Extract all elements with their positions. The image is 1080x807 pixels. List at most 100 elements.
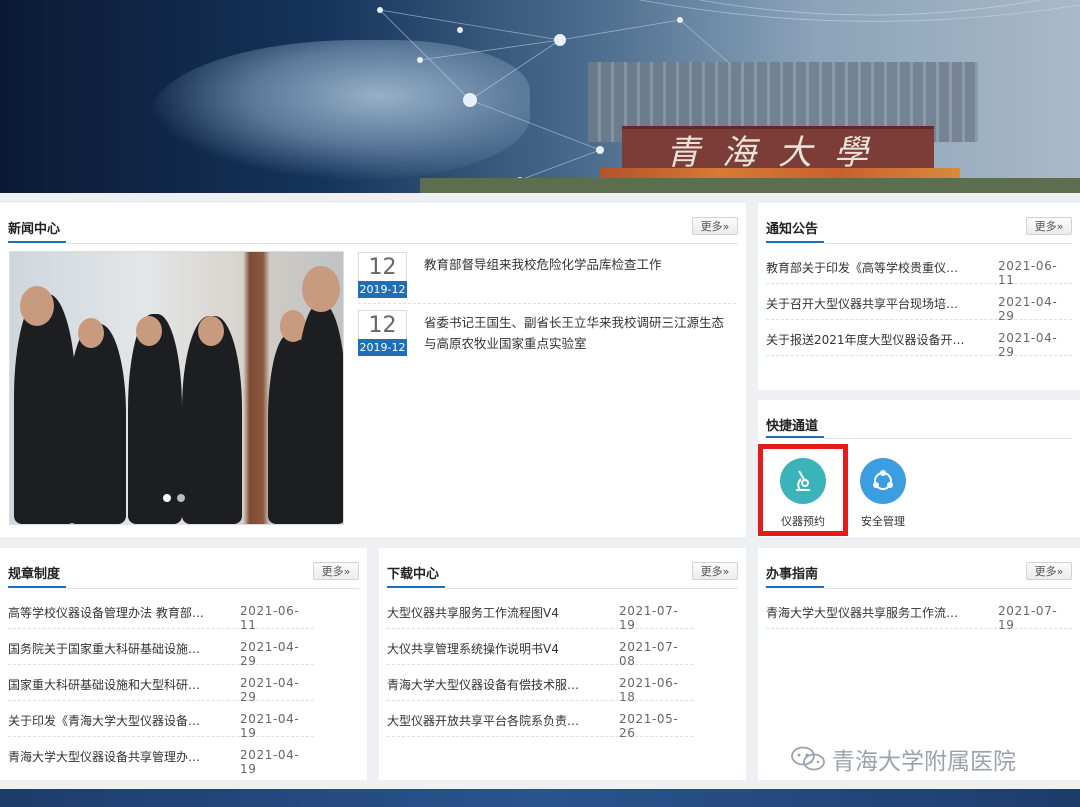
download-link[interactable]: 大型仪器共享服务工作流程图V4 bbox=[387, 604, 615, 621]
person bbox=[14, 294, 76, 524]
notice-row[interactable]: 关于报送2021年度大型仪器设备开… 2021-04-29 bbox=[766, 320, 1072, 359]
rules-date: 2021-06-11 bbox=[240, 604, 300, 632]
panel-header: 快捷通道 bbox=[758, 400, 1080, 440]
rules-date: 2021-04-19 bbox=[240, 748, 300, 776]
panel-header: 新闻中心 更多» bbox=[0, 203, 746, 245]
date-badge: 12 2019-12 bbox=[358, 252, 407, 298]
header-rule bbox=[824, 588, 1072, 589]
rules-row[interactable]: 青海大学大型仪器设备共享管理办… 2021-04-19 bbox=[8, 737, 314, 776]
person-head bbox=[20, 286, 54, 326]
download-link[interactable]: 青海大学大型仪器设备有偿技术服… bbox=[387, 676, 615, 693]
rules-link[interactable]: 国务院关于国家重大科研基础设施… bbox=[8, 640, 236, 657]
header-banner: 青海大學 bbox=[0, 0, 1080, 193]
rules-link[interactable]: 国家重大科研基础设施和大型科研… bbox=[8, 676, 236, 693]
title-underline bbox=[387, 586, 445, 588]
header-rule bbox=[824, 243, 1072, 244]
person-head bbox=[78, 318, 104, 348]
guide-more-button[interactable]: 更多» bbox=[1026, 562, 1072, 580]
header-rule bbox=[66, 588, 359, 589]
rules-link[interactable]: 关于印发《青海大学大型仪器设备… bbox=[8, 712, 236, 729]
news-photo[interactable] bbox=[9, 251, 344, 525]
date-day: 12 bbox=[368, 255, 397, 280]
person-head bbox=[198, 316, 224, 346]
downloads-more-button[interactable]: 更多» bbox=[692, 562, 738, 580]
rules-link[interactable]: 青海大学大型仪器设备共享管理办… bbox=[8, 748, 236, 765]
date-year-month: 2019-12 bbox=[358, 281, 407, 298]
notice-panel: 通知公告 更多» 教育部关于印发《高等学校贵重仪… 2021-06-11 关于召… bbox=[758, 203, 1080, 390]
carousel-dot[interactable] bbox=[163, 494, 171, 502]
notice-link[interactable]: 教育部关于印发《高等学校贵重仪… bbox=[766, 259, 994, 276]
download-row[interactable]: 大型仪器共享服务工作流程图V4 2021-07-19 bbox=[387, 593, 693, 632]
notice-title: 通知公告 bbox=[766, 222, 819, 237]
rules-panel: 规章制度 更多» 高等学校仪器设备管理办法 教育部… 2021-06-11 国务… bbox=[0, 548, 367, 780]
news-item[interactable]: 12 2019-12 省委书记王国生、副省长王立华来我校调研三江源生态与高原农牧… bbox=[358, 310, 738, 366]
person bbox=[296, 304, 343, 524]
title-underline bbox=[8, 586, 66, 588]
download-date: 2021-07-08 bbox=[619, 640, 679, 668]
download-date: 2021-06-18 bbox=[619, 676, 679, 704]
notice-more-button[interactable]: 更多» bbox=[1026, 217, 1072, 235]
guide-date: 2021-07-19 bbox=[998, 604, 1058, 632]
download-link[interactable]: 大型仪器开放共享平台各院系负责… bbox=[387, 712, 615, 729]
news-headline[interactable]: 省委书记王国生、副省长王立华来我校调研三江源生态与高原农牧业国家重点实验室 bbox=[424, 312, 734, 354]
header-rule bbox=[445, 588, 738, 589]
rules-title: 规章制度 bbox=[8, 567, 61, 582]
news-item[interactable]: 12 2019-12 教育部督导组来我校危险化学品库检查工作 bbox=[358, 252, 738, 308]
guide-link[interactable]: 青海大学大型仪器共享服务工作流… bbox=[766, 604, 994, 621]
rules-row[interactable]: 国家重大科研基础设施和大型科研… 2021-04-29 bbox=[8, 665, 314, 704]
header-rule bbox=[66, 243, 738, 244]
person bbox=[68, 324, 126, 524]
download-link[interactable]: 大仪共享管理系统操作说明书V4 bbox=[387, 640, 615, 657]
rules-row[interactable]: 关于印发《青海大学大型仪器设备… 2021-04-19 bbox=[8, 701, 314, 740]
panel-header: 规章制度 更多» bbox=[0, 548, 367, 590]
download-row[interactable]: 青海大学大型仪器设备有偿技术服… 2021-06-18 bbox=[387, 665, 693, 704]
person-head bbox=[302, 266, 340, 312]
news-headline[interactable]: 教育部督导组来我校危险化学品库检查工作 bbox=[424, 254, 734, 275]
quick-title: 快捷通道 bbox=[766, 419, 819, 434]
rules-date: 2021-04-29 bbox=[240, 676, 300, 704]
rules-link[interactable]: 高等学校仪器设备管理办法 教育部… bbox=[8, 604, 236, 621]
news-more-button[interactable]: 更多» bbox=[692, 217, 738, 235]
notice-date: 2021-06-11 bbox=[998, 259, 1058, 287]
downloads-title: 下载中心 bbox=[387, 567, 440, 582]
header-rule bbox=[824, 438, 1072, 439]
rules-row[interactable]: 国务院关于国家重大科研基础设施… 2021-04-29 bbox=[8, 629, 314, 668]
notice-row[interactable]: 关于召开大型仪器共享平台现场培… 2021-04-29 bbox=[766, 284, 1072, 323]
carousel-dot[interactable] bbox=[177, 494, 185, 502]
guide-row[interactable]: 青海大学大型仪器共享服务工作流… 2021-07-19 bbox=[766, 593, 1072, 632]
date-badge: 12 2019-12 bbox=[358, 310, 407, 356]
footer-band bbox=[0, 789, 1080, 807]
notice-date: 2021-04-29 bbox=[998, 331, 1058, 359]
notice-link[interactable]: 关于报送2021年度大型仪器设备开… bbox=[766, 331, 994, 348]
panel-header: 通知公告 更多» bbox=[758, 203, 1080, 245]
panel-header: 下载中心 更多» bbox=[379, 548, 746, 590]
rules-date: 2021-04-19 bbox=[240, 712, 300, 740]
rules-date: 2021-04-29 bbox=[240, 640, 300, 668]
download-date: 2021-07-19 bbox=[619, 604, 679, 632]
date-day: 12 bbox=[368, 313, 397, 338]
panel-header: 办事指南 更多» bbox=[758, 548, 1080, 590]
notice-row[interactable]: 教育部关于印发《高等学校贵重仪… 2021-06-11 bbox=[766, 248, 1072, 287]
date-year-month: 2019-12 bbox=[358, 339, 407, 356]
network-icon bbox=[873, 470, 893, 490]
notice-link[interactable]: 关于召开大型仪器共享平台现场培… bbox=[766, 295, 994, 312]
download-row[interactable]: 大仪共享管理系统操作说明书V4 2021-07-08 bbox=[387, 629, 693, 668]
person bbox=[182, 316, 242, 524]
rules-more-button[interactable]: 更多» bbox=[313, 562, 359, 580]
rules-row[interactable]: 高等学校仪器设备管理办法 教育部… 2021-06-11 bbox=[8, 593, 314, 632]
title-underline bbox=[766, 436, 824, 438]
person bbox=[128, 314, 182, 524]
wechat-icon bbox=[791, 746, 825, 771]
title-underline bbox=[766, 241, 824, 243]
watermark: 青海大学附属医院 bbox=[790, 742, 1016, 776]
title-underline bbox=[766, 586, 824, 588]
person-head bbox=[136, 316, 162, 346]
watermark-text: 青海大学附属医院 bbox=[832, 749, 1016, 775]
carousel-dots bbox=[163, 494, 185, 502]
download-date: 2021-05-26 bbox=[619, 712, 679, 740]
safety-icon-circle bbox=[860, 458, 906, 504]
safety-management-button[interactable]: 安全管理 bbox=[853, 458, 913, 529]
campus-sign: 青海大學 bbox=[622, 126, 934, 173]
download-row[interactable]: 大型仪器开放共享平台各院系负责… 2021-05-26 bbox=[387, 701, 693, 740]
notice-date: 2021-04-29 bbox=[998, 295, 1058, 323]
